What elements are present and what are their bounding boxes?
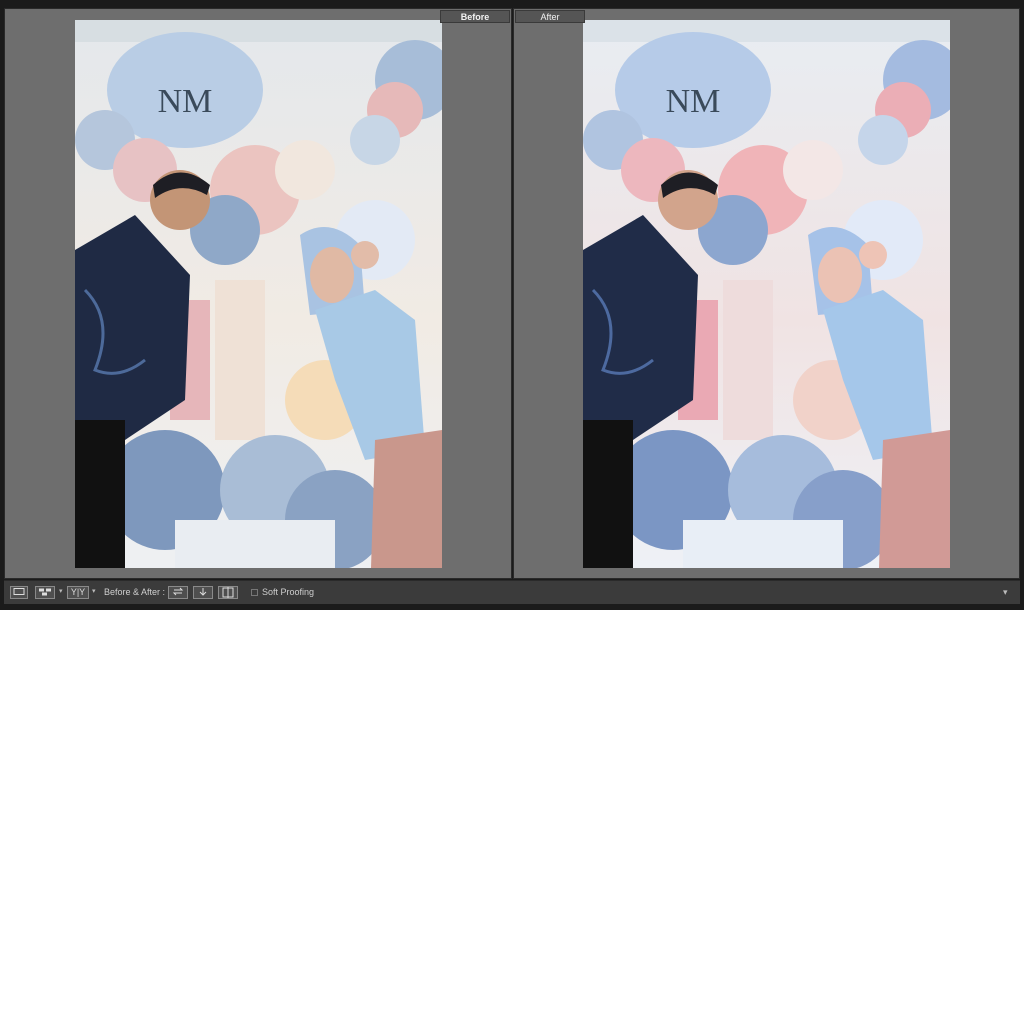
loupe-view-icon[interactable]	[10, 586, 28, 599]
monogram-text: NM	[158, 83, 213, 120]
before-tab: Before	[440, 10, 510, 23]
after-tab: After	[515, 10, 585, 23]
lightroom-develop-window: NM Before NM After ▾ Y|Y ▾ Before & Afte…	[0, 0, 1024, 610]
soft-proofing-label: Soft Proofing	[262, 587, 315, 597]
after-photo[interactable]: NM	[583, 20, 950, 568]
toolbar: ▾ Y|Y ▾ Before & After : Soft Proofing ▾	[4, 580, 1020, 604]
monogram-text: NM	[666, 83, 721, 120]
swap-icon[interactable]	[168, 586, 188, 599]
before-photo[interactable]: NM	[75, 20, 442, 568]
dropdown-arrow-icon[interactable]: ▾	[59, 587, 63, 595]
after-pane: NM After	[513, 8, 1020, 579]
split-view-icon[interactable]	[218, 586, 238, 599]
compare-view-button[interactable]: Y|Y	[67, 586, 89, 599]
grid-view-icon[interactable]	[35, 586, 55, 599]
dropdown-arrow-icon[interactable]: ▾	[92, 587, 96, 595]
soft-proofing-checkbox[interactable]	[251, 589, 258, 596]
copy-settings-icon[interactable]	[193, 586, 213, 599]
dropdown-arrow-icon[interactable]: ▾	[1003, 587, 1008, 598]
before-after-label: Before & After :	[104, 587, 166, 597]
before-pane: NM Before	[4, 8, 512, 579]
